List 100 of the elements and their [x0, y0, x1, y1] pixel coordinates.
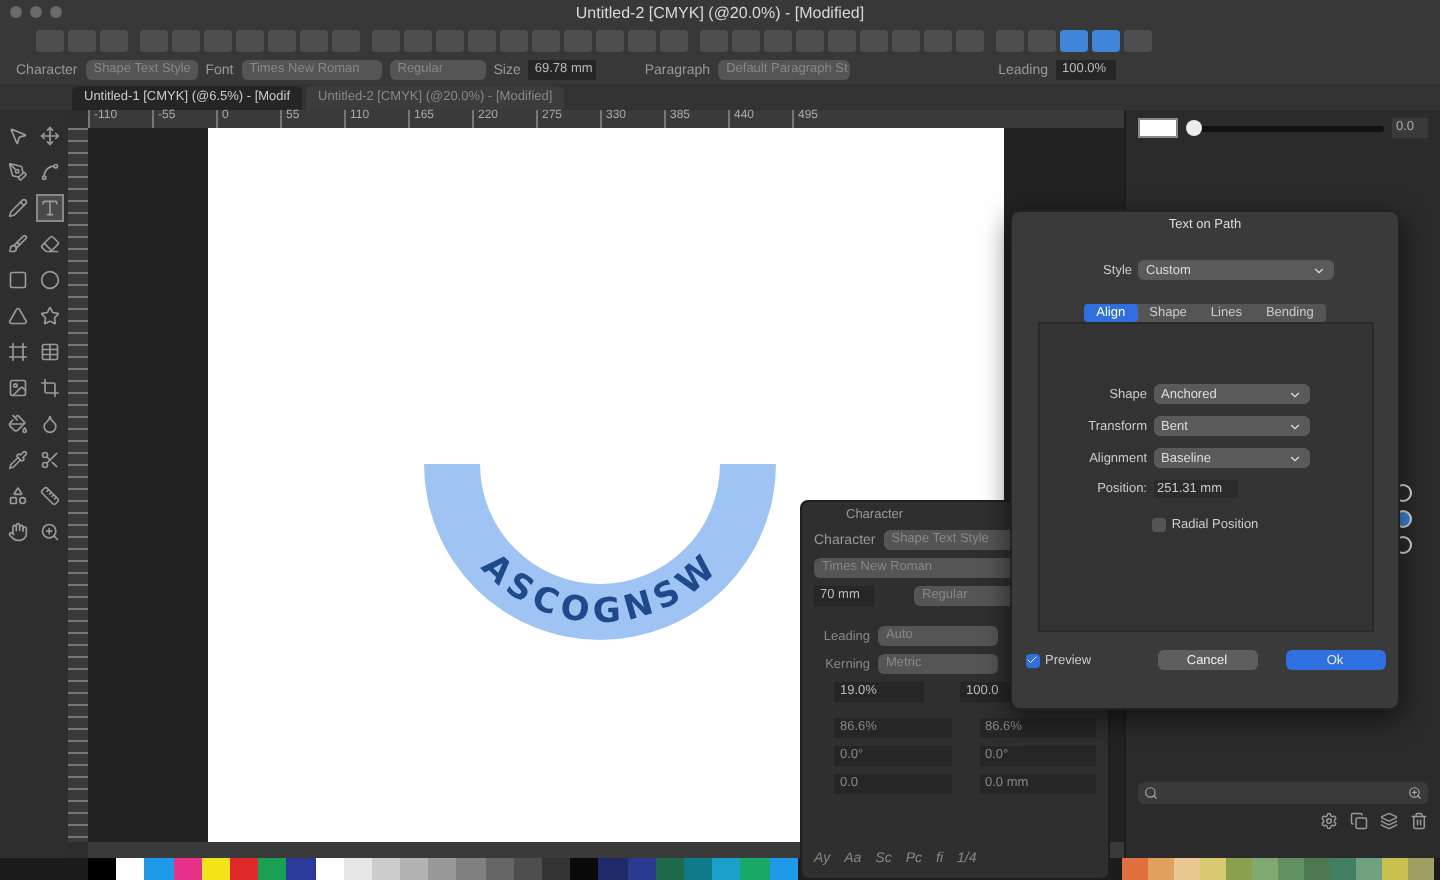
shapes-icon — [8, 486, 28, 506]
color-swatch[interactable] — [683, 858, 713, 880]
tool-button[interactable] — [36, 266, 64, 294]
color-swatch[interactable] — [1173, 858, 1200, 880]
tool-button[interactable] — [4, 446, 32, 474]
circle-icon — [40, 270, 60, 290]
color-swatch[interactable] — [1381, 858, 1408, 880]
tool-button[interactable] — [4, 482, 32, 510]
window-title: Untitled-2 [CMYK] (@20.0%) - [Modified] — [575, 4, 865, 22]
tool-button[interactable] — [4, 338, 32, 366]
color-swatch[interactable] — [1355, 858, 1382, 880]
tool-button[interactable] — [36, 230, 64, 258]
chevron-icon — [1287, 419, 1301, 433]
frame-icon — [8, 342, 28, 362]
square-icon — [8, 270, 28, 290]
tool-button[interactable] — [36, 338, 64, 366]
toolbar-button[interactable] — [1060, 30, 1088, 52]
color-swatch[interactable] — [712, 858, 741, 880]
tool-button[interactable] — [4, 266, 32, 294]
table-icon — [40, 342, 60, 362]
color-swatch[interactable] — [740, 858, 769, 880]
color-swatch[interactable] — [485, 858, 514, 880]
toolbar-button[interactable] — [1092, 30, 1120, 52]
color-swatch[interactable] — [428, 858, 457, 880]
ruler-icon — [40, 486, 60, 506]
brush-icon — [8, 234, 28, 254]
tool-button[interactable] — [36, 194, 64, 222]
tool-button[interactable] — [4, 158, 32, 186]
color-swatch[interactable] — [144, 858, 174, 880]
layers-icon[interactable] — [1380, 812, 1398, 830]
color-swatch[interactable] — [229, 858, 259, 880]
move-icon — [40, 126, 60, 146]
tool-button[interactable] — [36, 122, 64, 150]
tool-button[interactable] — [4, 230, 32, 258]
color-swatch[interactable] — [1407, 858, 1434, 880]
color-swatch[interactable] — [371, 858, 401, 880]
search-icon — [1144, 786, 1158, 800]
chevron-icon — [1312, 263, 1326, 277]
chevron-icon — [1287, 451, 1301, 465]
text-icon — [40, 198, 60, 218]
color-swatch[interactable] — [88, 858, 117, 880]
color-swatch[interactable] — [201, 858, 230, 880]
color-swatch[interactable] — [769, 858, 798, 880]
color-swatch[interactable] — [258, 858, 287, 880]
image-icon — [8, 378, 28, 398]
color-swatch[interactable] — [116, 858, 145, 880]
color-swatch[interactable] — [315, 858, 344, 880]
checkbox[interactable] — [1025, 653, 1039, 667]
checkbox[interactable] — [1151, 518, 1166, 532]
color-swatch[interactable] — [343, 858, 372, 880]
chevron-icon — [1287, 387, 1301, 401]
star-icon — [40, 306, 60, 326]
tool-button[interactable] — [36, 302, 64, 330]
zoom-icon — [40, 522, 60, 542]
color-swatch[interactable] — [655, 858, 684, 880]
copy-icon[interactable] — [1350, 812, 1368, 830]
tool-button[interactable] — [36, 482, 64, 510]
color-swatch[interactable] — [1121, 858, 1148, 880]
tool-button[interactable] — [4, 518, 32, 546]
curve-icon — [40, 162, 60, 182]
eraser-icon — [40, 234, 60, 254]
pointer-icon — [8, 126, 28, 146]
search-field[interactable] — [1138, 782, 1428, 804]
tool-button[interactable] — [4, 302, 32, 330]
color-swatch[interactable] — [513, 858, 542, 880]
slider-thumb[interactable] — [1185, 119, 1202, 135]
color-swatch[interactable] — [456, 858, 486, 880]
color-swatch[interactable] — [286, 858, 315, 880]
tool-button[interactable] — [36, 158, 64, 186]
bucket-icon — [8, 414, 28, 434]
color-swatch[interactable] — [570, 858, 599, 880]
droplet-icon — [40, 414, 60, 434]
color-swatch[interactable] — [400, 858, 429, 880]
settings-icon[interactable] — [1320, 812, 1338, 830]
trash-icon[interactable] — [1410, 812, 1428, 830]
pipette-icon — [8, 450, 28, 470]
pen-icon — [8, 162, 28, 182]
color-swatch[interactable] — [627, 858, 656, 880]
triangle-icon — [8, 306, 28, 326]
color-swatch[interactable] — [1277, 858, 1304, 880]
color-swatch[interactable] — [1251, 858, 1278, 880]
color-swatch[interactable] — [173, 858, 202, 880]
color-swatch[interactable] — [1199, 858, 1226, 880]
zoom-icon — [1408, 786, 1422, 800]
color-swatch[interactable] — [542, 858, 571, 880]
tool-button[interactable] — [4, 410, 32, 438]
tool-button[interactable] — [36, 518, 64, 546]
tool-button[interactable] — [4, 374, 32, 402]
color-swatch[interactable] — [1329, 858, 1356, 880]
color-swatch[interactable] — [1303, 858, 1330, 880]
tool-button[interactable] — [4, 194, 32, 222]
hand-icon — [8, 522, 28, 542]
tool-button[interactable] — [36, 374, 64, 402]
pencil-icon — [8, 198, 28, 218]
color-swatch[interactable] — [1147, 858, 1174, 880]
crop-icon — [40, 378, 60, 398]
layer-thumbnail — [1138, 118, 1178, 138]
color-swatch[interactable] — [598, 858, 628, 880]
scissors-icon — [40, 450, 60, 470]
color-swatch[interactable] — [1225, 858, 1252, 880]
